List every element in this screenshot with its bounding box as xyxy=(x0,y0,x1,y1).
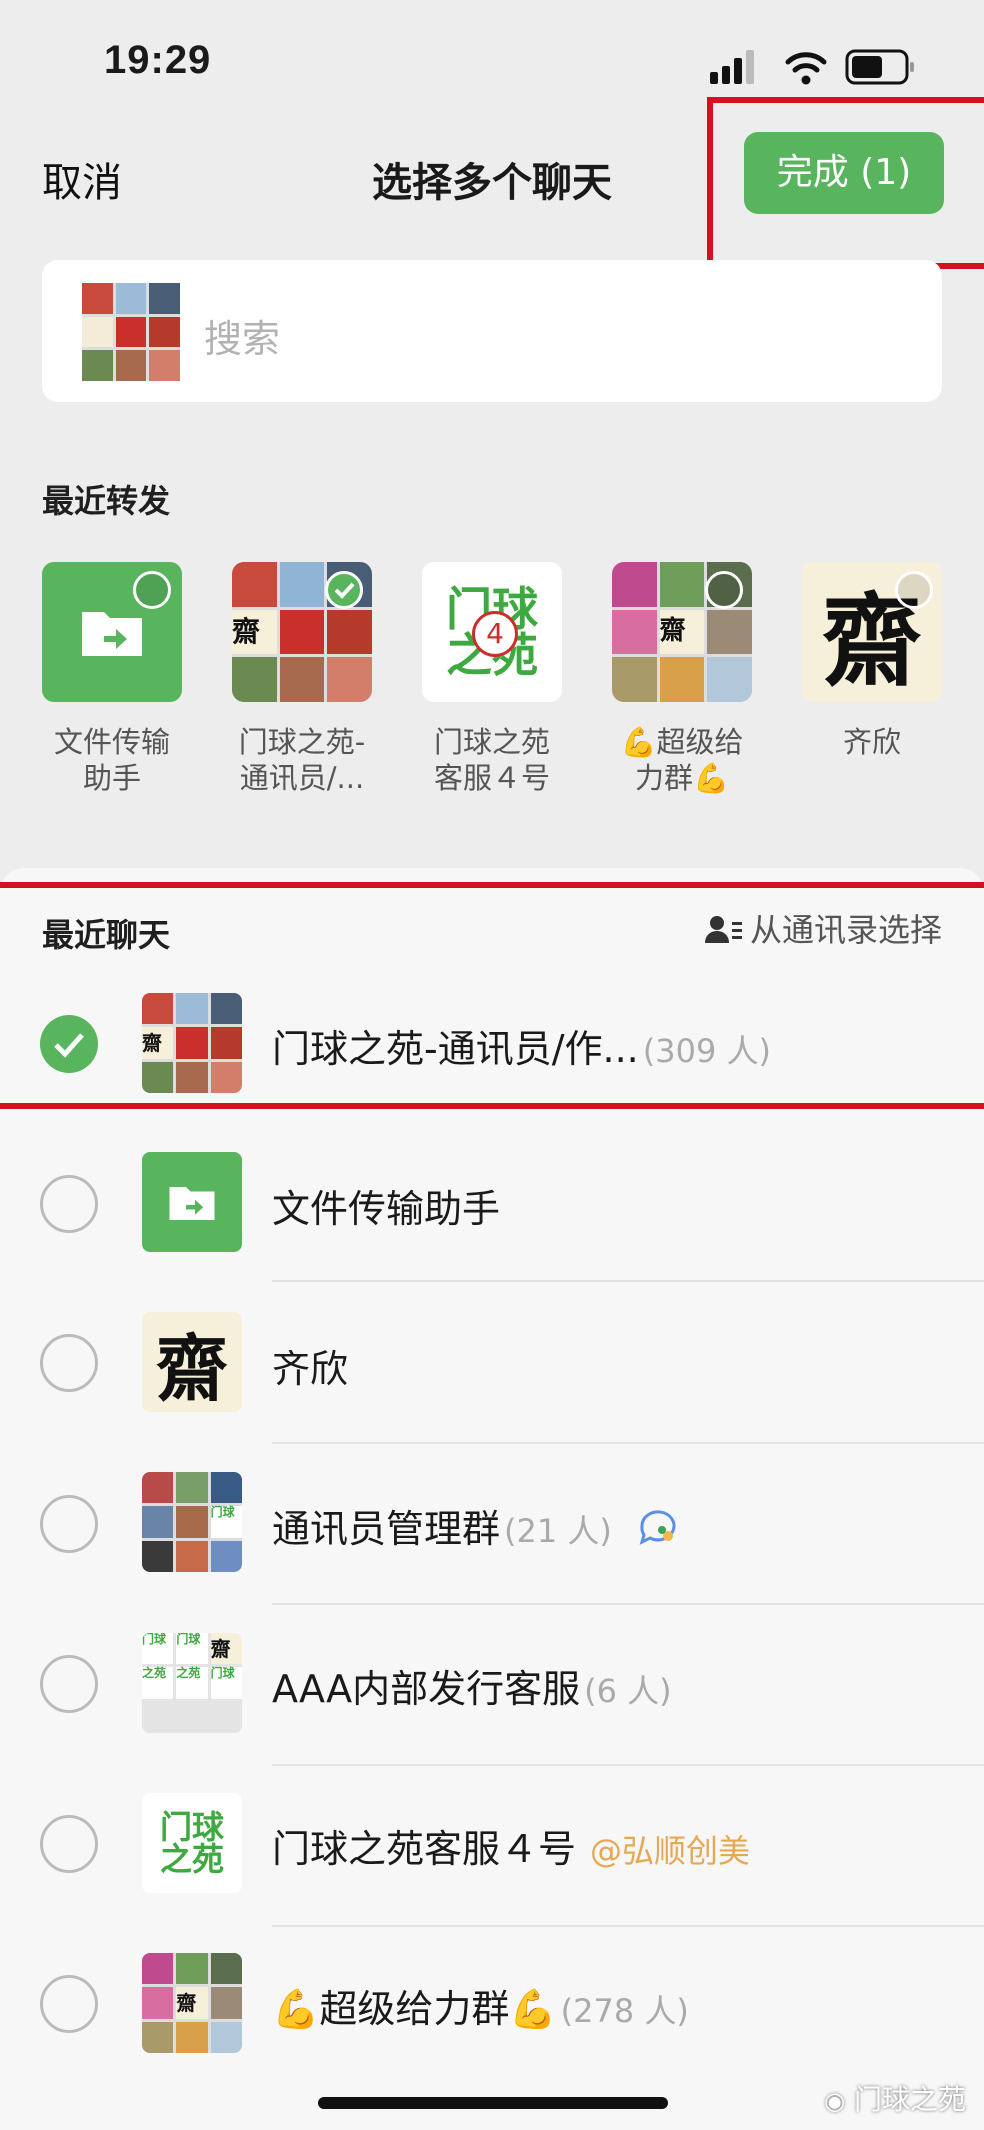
search-placeholder: 搜索 xyxy=(204,317,281,361)
home-indicator[interactable] xyxy=(318,2097,668,2109)
recent-forward-name: 💪超级给 力群💪 xyxy=(620,725,744,795)
avatar[interactable]: 齋 xyxy=(142,1953,242,2053)
chat-row-name[interactable]: 齐欣 xyxy=(272,1338,348,1393)
chat-row-name[interactable]: 💪超级给力群💪 (278 人) xyxy=(272,1978,689,2033)
select-circle[interactable] xyxy=(705,571,743,609)
row-check-selected[interactable] xyxy=(40,1015,98,1073)
avatar[interactable]: 门球 门球齋 之苑 之苑 门球 xyxy=(142,1633,242,1733)
done-button[interactable]: 完成 (1) xyxy=(744,132,944,214)
highlight-line-bottom xyxy=(0,1103,984,1109)
row-check[interactable] xyxy=(40,1655,98,1713)
group-chat-icon xyxy=(639,1510,676,1545)
recent-forward-label: 最近转发 xyxy=(42,482,171,520)
check-icon[interactable] xyxy=(325,571,363,609)
select-circle[interactable] xyxy=(133,571,171,609)
highlight-line-top xyxy=(0,882,984,888)
watermark: ◉ 门球之苑 xyxy=(824,2083,966,2116)
status-icons xyxy=(710,49,914,85)
recent-forward-name: 门球之苑 客服４号 xyxy=(433,725,550,795)
row-check[interactable] xyxy=(40,1975,98,2033)
avatar[interactable]: 门球 之苑 xyxy=(142,1793,242,1893)
from-contacts-link[interactable]: 从通讯录选择 xyxy=(704,905,942,951)
check-icon xyxy=(54,1033,84,1058)
recent-chats-label: 最近聊天 xyxy=(42,916,171,954)
row-check[interactable] xyxy=(40,1334,98,1392)
avatar[interactable]: 齋 xyxy=(142,1312,242,1412)
chat-row-name[interactable]: 通讯员管理群 (21 人) xyxy=(272,1498,682,1553)
badge-number: 4 xyxy=(472,611,518,657)
wifi-icon xyxy=(785,52,827,85)
row-check[interactable] xyxy=(40,1815,98,1873)
chat-row-name[interactable]: 门球之苑-通讯员/作... (309 人) xyxy=(272,1018,771,1073)
recent-forward-name: 门球之苑- 通讯员/... xyxy=(238,725,366,795)
status-time: 19:29 xyxy=(104,38,212,82)
chat-row-name[interactable]: 文件传输助手 xyxy=(272,1178,500,1233)
divider xyxy=(272,1603,984,1605)
recent-forward-name: 文件传输 助手 xyxy=(53,725,170,795)
avatar[interactable]: 齋 xyxy=(142,993,242,1093)
divider xyxy=(272,1764,984,1766)
contacts-icon xyxy=(704,916,742,943)
avatar[interactable]: 门球 xyxy=(142,1472,242,1572)
wechat-icon: ◉ xyxy=(824,2087,846,2115)
selected-chat-avatar[interactable] xyxy=(82,283,180,381)
folder-icon xyxy=(169,1187,215,1220)
avatar[interactable] xyxy=(142,1152,242,1252)
divider xyxy=(272,1442,984,1444)
battery-icon xyxy=(845,49,914,85)
chat-row-name[interactable]: 门球之苑客服４号 @弘顺创美 xyxy=(272,1818,750,1873)
row-check[interactable] xyxy=(40,1175,98,1233)
folder-icon xyxy=(82,612,142,656)
chat-row-name[interactable]: AAA内部发行客服 (6 人) xyxy=(272,1658,672,1713)
recent-forward-name: 齐欣 xyxy=(842,725,901,759)
select-circle[interactable] xyxy=(895,571,933,609)
divider xyxy=(272,1280,984,1282)
signal-icon xyxy=(710,50,754,84)
row-check[interactable] xyxy=(40,1495,98,1553)
divider xyxy=(272,1925,984,1927)
